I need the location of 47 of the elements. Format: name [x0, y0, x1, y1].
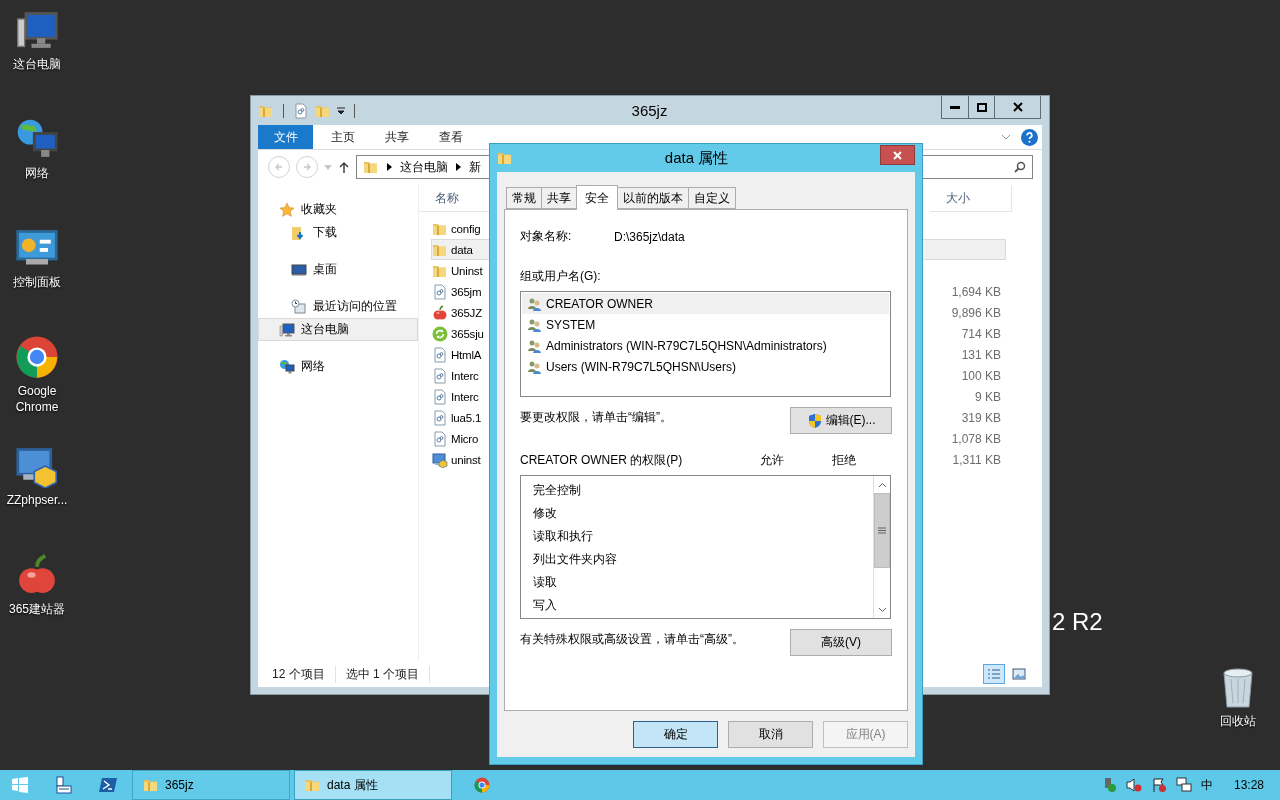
permission-item: 列出文件夹内容 — [532, 551, 618, 568]
file-name: uninst — [451, 453, 481, 466]
file-size: 1,311 KB — [952, 452, 1001, 467]
file-name: HtmlA — [451, 348, 482, 361]
hint-text: 要更改权限，请单击“编辑”。 — [520, 409, 672, 426]
file-name: 365JZ — [451, 306, 482, 319]
file-size: 131 KB — [961, 347, 1001, 362]
hint-text: 有关特殊权限或高级设置，请单击“高级”。 — [520, 631, 744, 648]
file-size: 1,078 KB — [951, 431, 1001, 446]
file-name: Interc — [451, 369, 479, 382]
shortcut-label: 控制面板 — [12, 274, 62, 290]
permission-item: 读取 — [532, 574, 558, 591]
permission-item: 修改 — [532, 505, 558, 522]
shortcut-label: Google Chrome — [14, 383, 60, 415]
permission-item: 写入 — [532, 597, 558, 614]
status-text: 12 个项目 — [272, 665, 336, 683]
file-name: Micro — [451, 432, 479, 445]
shortcut-label: 365建站器 — [8, 601, 66, 617]
dialog-title: data 属性 — [663, 148, 730, 168]
field-label: 对象名称: — [520, 228, 573, 245]
file-size: 9,896 KB — [951, 305, 1001, 320]
column-header: 拒绝 — [832, 452, 856, 469]
field-label: 组或用户名(G): — [520, 268, 601, 285]
file-name: Uninst — [451, 264, 483, 277]
permission-item: 读取和执行 — [532, 528, 594, 545]
file-name: config — [451, 222, 481, 235]
permissions-label: CREATOR OWNER 的权限(P) — [520, 452, 684, 469]
column-header: 允许 — [760, 452, 785, 469]
status-text: 选中 1 个项目 — [345, 665, 431, 683]
permission-item: 完全控制 — [532, 482, 582, 499]
object-path: D:\365jz\data — [614, 229, 685, 244]
shortcut-label: 回收站 — [1219, 713, 1257, 729]
file-size: 9 KB — [975, 389, 1001, 404]
file-size: 319 KB — [961, 410, 1001, 425]
shortcut-label: 网络 — [24, 165, 50, 181]
file-name: data — [451, 243, 473, 256]
file-size: 1,694 KB — [951, 284, 1001, 299]
shortcut-label: ZZphpser... — [5, 492, 69, 508]
window-title: 365jz — [630, 102, 669, 119]
edition-text: 2 R2 — [1052, 608, 1103, 636]
shortcut-label: 这台电脑 — [12, 56, 62, 72]
file-size: 714 KB — [961, 326, 1001, 341]
file-name: 365jm — [451, 285, 482, 298]
file-size: 100 KB — [961, 368, 1001, 383]
file-name: lua5.1 — [451, 411, 482, 424]
file-name: 365sju — [451, 327, 484, 340]
file-name: Interc — [451, 390, 479, 403]
